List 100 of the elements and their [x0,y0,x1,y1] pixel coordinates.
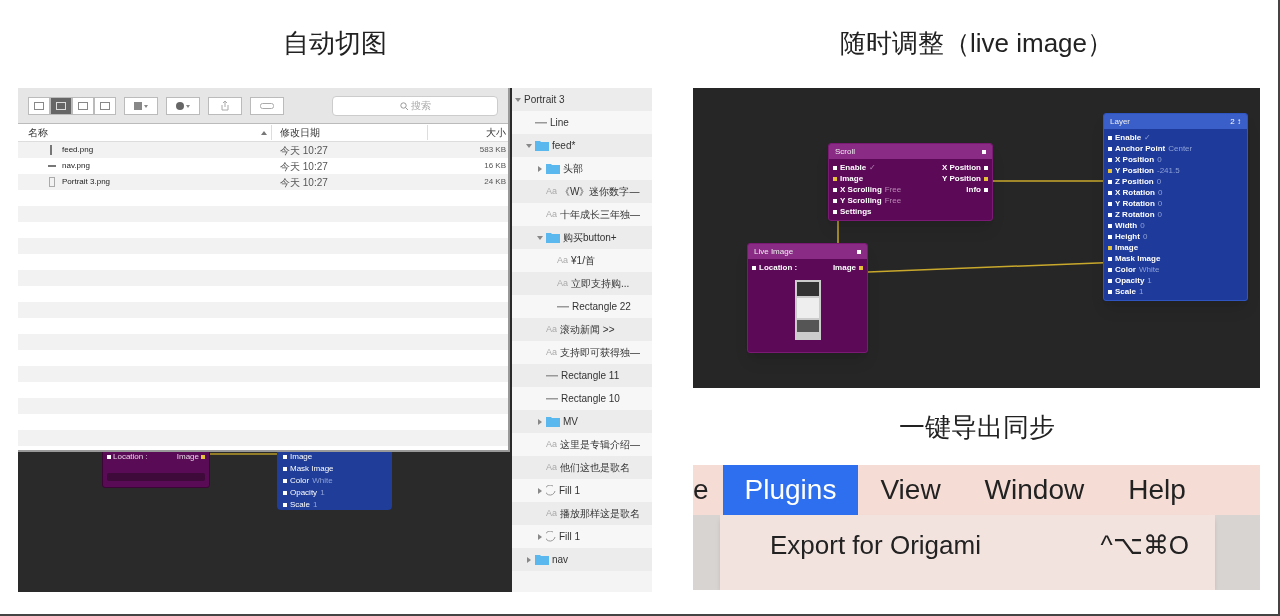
port-value: 0 [1158,187,1163,198]
port-icon [201,455,205,459]
layer-row[interactable]: MV [512,410,652,433]
menu-bar-item[interactable]: Plugins [722,465,859,515]
view-mode-button[interactable] [94,96,116,115]
port-icon[interactable] [1108,157,1112,162]
port-label: Settings [840,206,872,217]
port-icon[interactable] [1108,234,1112,239]
sort-arrow-icon [261,130,267,135]
port-icon[interactable] [1108,168,1112,173]
port-icon[interactable] [1108,267,1112,272]
port-icon[interactable] [1108,179,1112,184]
port-icon [283,454,287,459]
arrange-button[interactable] [124,96,158,115]
port-icon[interactable] [752,265,756,270]
port-icon[interactable] [1108,135,1112,140]
port-label: Image [840,173,864,184]
file-name[interactable]: nav.png [62,160,90,172]
port-value: 1 [1147,275,1152,286]
port-icon [107,455,111,459]
port-label: Location : [113,451,148,463]
port-icon[interactable] [833,198,837,203]
port-value: White [312,475,333,486]
folder-icon [546,163,560,174]
panel-title: 随时调整（live image） [839,27,1114,60]
port-icon[interactable] [1108,245,1112,250]
shape-icon [546,531,556,542]
port-icon[interactable] [1108,190,1112,195]
tag-icon [260,102,274,109]
port-icon[interactable] [859,265,863,270]
file-name[interactable]: feed.png [62,144,94,156]
port-icon[interactable] [1108,146,1112,151]
port-label: Y Position [1115,165,1154,176]
menu-bar-item[interactable]: View [858,465,963,515]
port-label: Location : [759,262,798,273]
port-icon[interactable] [1108,278,1112,283]
column-header[interactable]: 大小 [428,125,508,140]
port-icon[interactable] [1108,201,1112,206]
port-icon[interactable] [1108,289,1112,294]
port-label: Scale [290,499,310,510]
port-label: Mask Image [1115,253,1161,264]
image-thumbnail [794,280,821,340]
line-icon [557,305,569,308]
port-label: Height [1115,231,1140,242]
port-icon[interactable] [857,249,861,254]
view-mode-button[interactable] [72,96,94,115]
table-cell-text: 今天 10:27 [279,175,329,190]
layer-row[interactable]: 购买button+ [512,226,652,249]
line-icon [546,374,558,377]
port-icon[interactable] [984,165,988,170]
view-mode-button[interactable] [28,96,50,115]
action-button[interactable] [166,96,200,115]
port-value: 0 [1157,198,1163,209]
port-label: Color [1115,264,1136,275]
layer-row[interactable]: Rectangle 11 [512,364,652,387]
text-layer-icon: Aa [546,437,557,452]
view-mode-button[interactable] [50,96,72,115]
menu-item[interactable]: Export for Origami ^⌥⌘O [720,529,1215,561]
view-icon [78,101,88,110]
port-icon[interactable] [833,209,837,214]
folder-icon [546,232,560,243]
layer-row[interactable]: Portrait 3 [512,88,652,111]
port-value: 0 [1142,231,1148,242]
port-icon[interactable] [1108,223,1112,228]
port-value: Free [884,195,902,206]
column-header[interactable]: 修改日期 [272,125,428,140]
port-icon [283,490,287,495]
port-label: Info [966,184,981,195]
line-icon [535,121,547,124]
gear-icon [176,101,190,110]
port-label: Opacity [290,487,318,498]
folder-icon [546,416,560,427]
port-label: Y Position [942,173,981,184]
port-icon[interactable] [984,176,988,181]
table-cell-text: 24 KB [483,176,507,188]
layer-row[interactable]: nav [512,548,652,571]
port-icon[interactable] [833,165,837,170]
table-cell-text: 16 KB [483,160,507,172]
port-icon[interactable] [833,176,837,181]
port-icon[interactable] [982,149,986,154]
port-label: Scale [1115,286,1136,297]
menu-bar-item[interactable]: Window [962,465,1107,515]
menu-bar-item[interactable]: Help [1106,465,1208,515]
port-icon[interactable] [1108,256,1112,261]
port-icon[interactable] [984,187,988,192]
text-layer-icon: Aa [557,253,568,268]
port-value: 0 [1157,209,1162,220]
share-icon [221,100,229,111]
search-placeholder: 搜索 [410,99,431,113]
file-name[interactable]: Portrait 3.png [62,176,111,188]
menu-bar-item[interactable]: e [693,465,723,515]
view-icon [34,101,44,110]
grid-icon [134,101,148,110]
port-icon [283,478,287,483]
layer-row[interactable]: feed* [512,134,652,157]
column-header[interactable]: 名称 [28,125,48,140]
port-icon[interactable] [1108,212,1112,217]
port-icon[interactable] [833,187,837,192]
table-cell-text: 今天 10:27 [279,159,329,174]
folder-icon [535,140,549,151]
